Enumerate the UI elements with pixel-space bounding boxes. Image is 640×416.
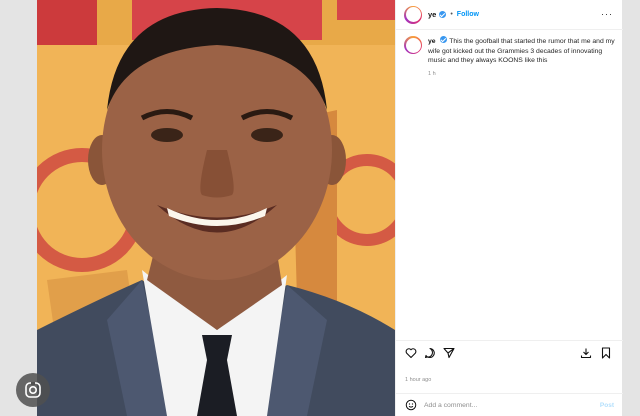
post-header: ye • Follow ··· — [396, 0, 623, 30]
portrait-illustration — [37, 0, 395, 416]
more-options-icon[interactable]: ··· — [601, 9, 613, 19]
username[interactable]: ye — [428, 10, 436, 19]
modal-backdrop: ye • Follow ··· ye This the goofball tha… — [0, 0, 640, 416]
verified-icon — [439, 11, 447, 18]
caption-body: ye This the goofball that started the ru… — [428, 36, 616, 79]
emoji-icon[interactable] — [405, 399, 417, 411]
caption: ye This the goofball that started the ru… — [404, 36, 616, 79]
caption-avatar[interactable] — [404, 36, 422, 54]
lens-icon — [25, 382, 41, 398]
caption-text: This the goofball that started the rumor… — [428, 38, 615, 65]
action-bar — [396, 340, 623, 366]
verified-icon — [440, 36, 448, 43]
comment-icon[interactable] — [424, 347, 436, 359]
avatar[interactable] — [404, 5, 422, 24]
download-icon[interactable] — [580, 347, 592, 359]
separator-dot: • — [450, 11, 453, 18]
backdrop-left — [0, 0, 37, 416]
comment-bar: Add a comment... Post — [396, 393, 623, 416]
post-timestamp: 1 hour ago — [405, 377, 432, 383]
post-image[interactable] — [37, 0, 395, 416]
save-icon[interactable] — [600, 347, 612, 359]
comment-input[interactable]: Add a comment... — [424, 402, 600, 409]
backdrop-right — [622, 0, 640, 416]
post-comment-button[interactable]: Post — [600, 402, 614, 409]
lens-button[interactable] — [16, 373, 50, 407]
heart-icon[interactable] — [405, 347, 417, 359]
post-details-panel: ye • Follow ··· ye This the goofball tha… — [395, 0, 623, 416]
share-icon[interactable] — [443, 347, 455, 359]
caption-username[interactable]: ye — [428, 38, 436, 45]
follow-button[interactable]: Follow — [457, 11, 479, 18]
caption-age: 1 h — [428, 70, 436, 77]
